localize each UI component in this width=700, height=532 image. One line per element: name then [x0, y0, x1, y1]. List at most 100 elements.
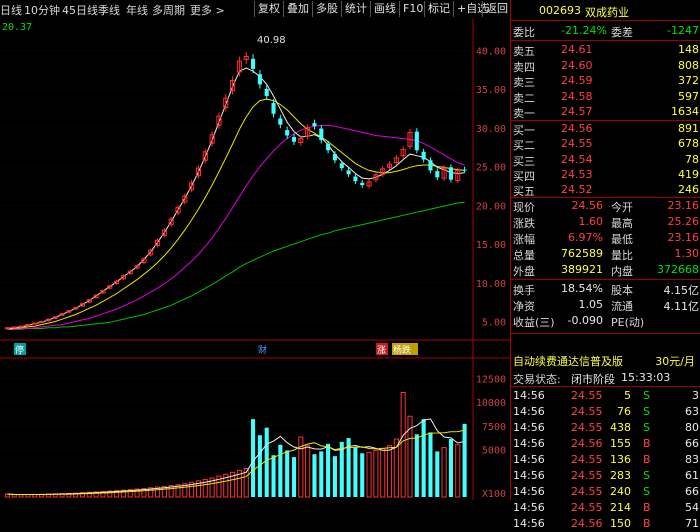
stat-value: 18.54% [561, 282, 603, 295]
tick-row: 14:56 24.55 136 B 83 [513, 452, 699, 468]
divider [511, 386, 700, 387]
stat-label: 涨幅 [513, 233, 535, 246]
divider [511, 279, 700, 280]
volume-bar [285, 450, 290, 497]
tick-price: 24.55 [571, 421, 603, 434]
tick-price: 24.55 [571, 485, 603, 498]
menu-10min[interactable]: 10分钟 [24, 2, 60, 18]
bid-row: 买三 24.54 78 [513, 152, 699, 168]
stat-label: 股本 [611, 284, 633, 297]
candle-body [291, 137, 297, 142]
candle-body [251, 58, 256, 69]
tick-time: 14:56 [513, 389, 545, 402]
stat-value: 372668 [657, 263, 699, 276]
volume-bar [448, 439, 453, 497]
stat-value: 23.16 [667, 231, 700, 244]
event-marker-a-text: 停 [15, 344, 24, 356]
status-value: 闭市阶段 [571, 373, 615, 386]
trade-status-row: 交易状态: 闭市阶段 15:33:03 [513, 370, 699, 386]
tick-count: 66 [685, 485, 699, 498]
menu-45day[interactable]: 45日线 [62, 2, 98, 18]
toolbar-overlay-button[interactable]: 叠加 [283, 1, 312, 17]
event-marker-d-text: 杨跌 [393, 344, 411, 356]
toolbar-f10-button[interactable]: F10 [399, 1, 426, 17]
tick-volume: 240 [610, 485, 631, 498]
candle-body [18, 325, 24, 328]
ad-banner[interactable]: 自动续费通达信普及版 30元/月 [513, 352, 699, 368]
stat-label: 外盘 [513, 265, 535, 278]
volume-bar [251, 419, 256, 497]
price-axis-label: 10.00 [476, 279, 506, 290]
bid-volume: 678 [678, 137, 699, 151]
tick-time: 14:56 [513, 421, 545, 434]
top-menu-bar: 日线 10分钟 45日线 季线 年线 多周期 更多 > 复权 叠加 多股 统计 … [0, 0, 510, 20]
stat-row: 净资 1.05 流通 4.11亿 [513, 297, 699, 313]
tick-volume: 438 [610, 421, 631, 434]
tick-count: 66 [685, 437, 699, 450]
candle-body [32, 322, 38, 325]
menu-more[interactable]: 更多 > [190, 2, 225, 18]
volume-bar [326, 443, 331, 497]
stat-value: 25.26 [667, 215, 700, 228]
volume-bar [435, 451, 440, 497]
tick-price: 24.55 [571, 469, 603, 482]
stat-value: -0.090 [567, 314, 603, 327]
ad-price[interactable]: 30元/月 [655, 353, 695, 369]
tick-time: 14:56 [513, 453, 545, 466]
candle-body [428, 160, 433, 171]
toolbar-multistock-button[interactable]: 多股 [312, 1, 341, 17]
high-price-label: 40.98 [257, 35, 286, 46]
ad-text[interactable]: 自动续费通达信普及版 [513, 353, 623, 369]
tick-row: 14:56 24.55 76 S 63 [513, 404, 699, 420]
volume-bar [271, 455, 276, 497]
menu-season[interactable]: 季线 [98, 2, 120, 18]
toolbar-draw-button[interactable]: 画线 [370, 1, 399, 17]
stock-name: 双成药业 [585, 6, 629, 19]
candle-body [353, 176, 358, 182]
tick-side: S [643, 469, 650, 482]
kline-chart[interactable]: 20.37 40.00 35.00 30.00 25.00 20.00 15.00 10.0… [0, 19, 510, 500]
tick-time: 14:56 [513, 437, 545, 450]
ask-row: 卖四 24.60 808 [513, 58, 699, 74]
stat-row: 换手 18.54% 股本 4.15亿 [513, 281, 699, 297]
stat-value: 24.56 [571, 199, 604, 212]
event-marker-b-text[interactable]: 财 [258, 344, 267, 356]
tick-row: 14:56 24.55 283 S 61 [513, 468, 699, 484]
weicha-value: -1247 [667, 24, 699, 37]
volume-bar [264, 427, 269, 497]
toolbar-fuquan-button[interactable]: 复权 [254, 1, 283, 17]
tick-volume: 155 [610, 437, 631, 450]
stat-value: 4.15亿 [663, 284, 700, 297]
toolbar-back-button[interactable]: 返回 [482, 1, 511, 17]
menu-year[interactable]: 年线 [126, 2, 148, 18]
tick-count: 3 [692, 389, 699, 402]
divider [511, 20, 700, 21]
candle-body [11, 326, 17, 329]
bid-price: 24.56 [561, 122, 593, 135]
stat-value: 762589 [561, 247, 603, 260]
tick-price: 24.55 [571, 453, 603, 466]
menu-multi-period[interactable]: 多周期 [152, 2, 185, 18]
tick-count: 63 [685, 405, 699, 418]
stat-value: 4.11亿 [663, 300, 700, 313]
weibi-row: 委比 -21.24% 委差 -1247 [513, 23, 699, 39]
tick-row: 14:56 24.55 240 S 66 [513, 484, 699, 500]
quote-panel: 002693 双成药业 委比 -21.24% 委差 -1247 卖五 24.61 1… [510, 0, 700, 530]
stat-row: 现价 24.56 今开 23.16 [513, 198, 699, 214]
menu-daily[interactable]: 日线 [0, 2, 22, 18]
volume-bar [462, 423, 467, 497]
stat-label: 流通 [611, 300, 633, 313]
ask-row: 卖二 24.58 597 [513, 89, 699, 105]
stat-value: 23.16 [667, 199, 700, 212]
ask-price: 24.59 [561, 74, 593, 87]
ask-volume: 808 [678, 58, 699, 72]
toolbar-mark-button[interactable]: 标记 [424, 1, 453, 17]
tick-volume: 136 [610, 453, 631, 466]
tick-row: 14:56 24.56 150 B 71 [513, 516, 699, 532]
chart-header-value: 20.37 [2, 22, 32, 33]
price-axis-label: 15.00 [476, 240, 506, 251]
candle-body [278, 118, 283, 125]
tick-row: 14:56 24.55 438 S 80 [513, 420, 699, 436]
toolbar-stats-button[interactable]: 统计 [341, 1, 370, 17]
volume-unit-label: X100 [482, 489, 506, 500]
